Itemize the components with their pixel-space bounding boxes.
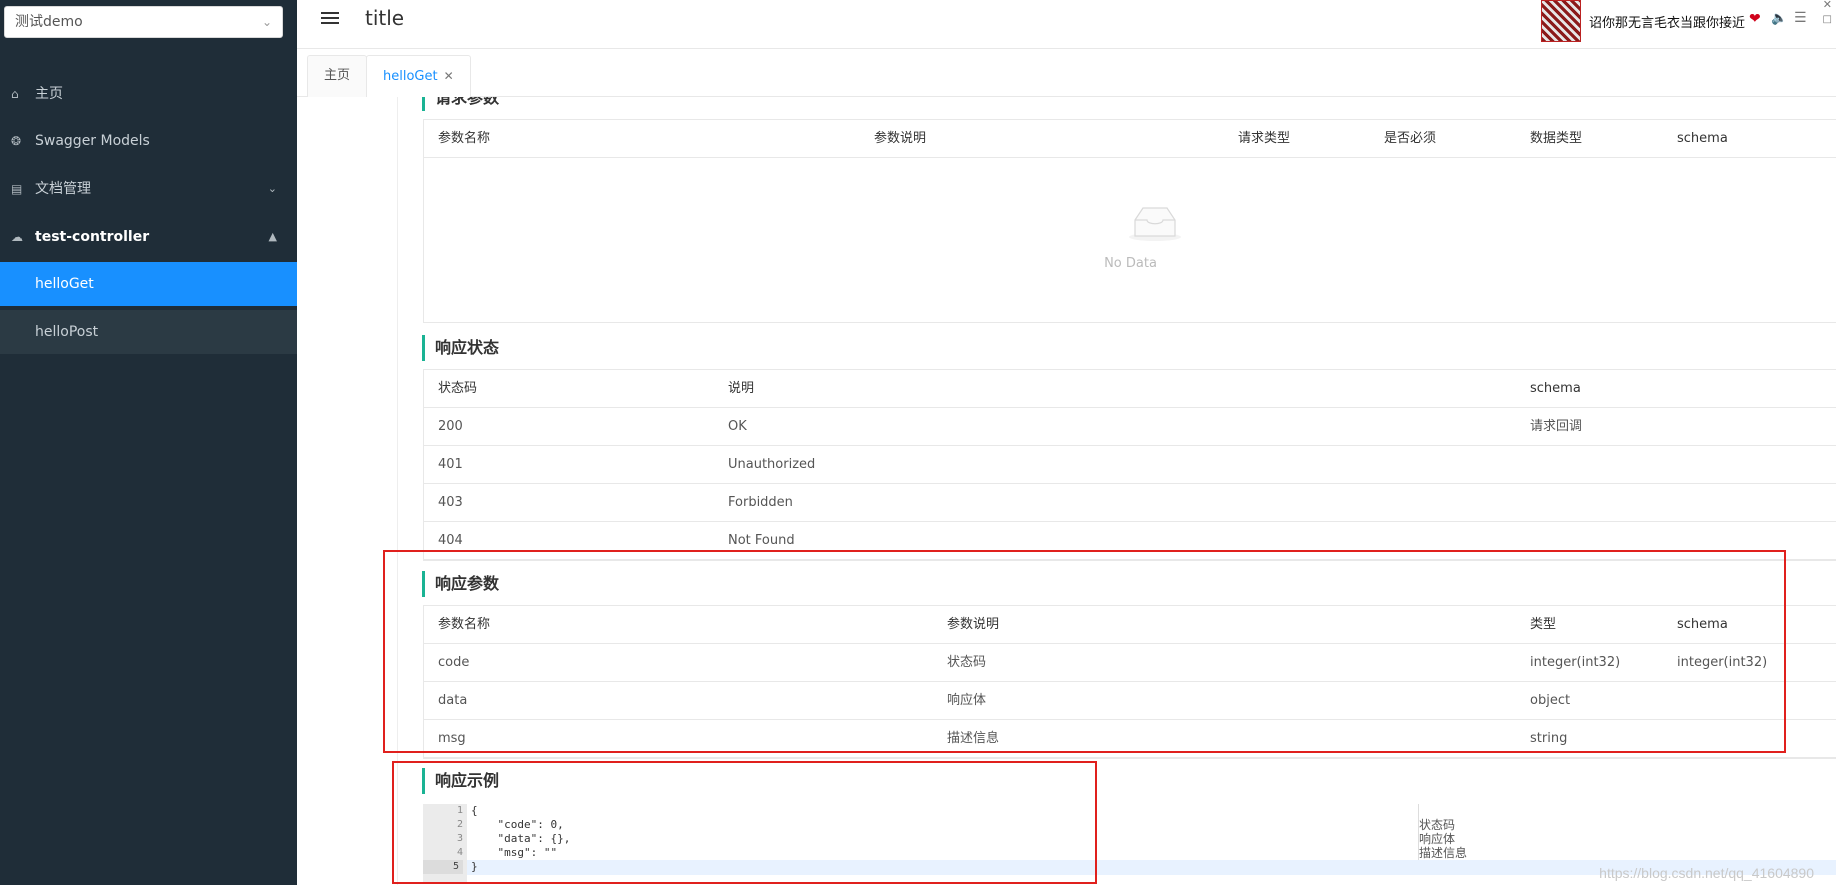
tab-bar: 主页 helloGet ✕ xyxy=(297,49,1836,97)
code-comment: 状态码 xyxy=(1419,818,1456,832)
chevron-up-icon: ▲ xyxy=(268,230,277,243)
project-select[interactable]: 测试demo ⌄ xyxy=(4,6,283,38)
request-params-table: 参数名称 参数说明 请求类型 是否必须 数据类型 schema No Data xyxy=(423,119,1836,323)
tab-helloget[interactable]: helloGet ✕ xyxy=(366,55,471,97)
status-description: Unauthorized xyxy=(728,457,816,472)
annotation-box xyxy=(383,550,1786,753)
chevron-down-icon: ⌄ xyxy=(267,182,277,195)
column-header: schema xyxy=(1530,381,1581,396)
cloud-icon: ☁ xyxy=(11,230,23,244)
column-header: 数据类型 xyxy=(1530,131,1583,146)
section-title-response-status: 响应状态 xyxy=(422,335,499,361)
sidebar-item-swagger-models[interactable]: ❂ Swagger Models xyxy=(0,119,297,163)
menu-fold-icon[interactable] xyxy=(321,9,339,27)
table-row: 401 Unauthorized xyxy=(424,446,1836,484)
sidebar-item-helloget[interactable]: helloGet xyxy=(0,262,297,306)
table-header-row: 参数名称 参数说明 请求类型 是否必须 数据类型 schema xyxy=(424,120,1836,158)
sidebar-item-document-management[interactable]: ▤ 文档管理 ⌄ xyxy=(0,167,297,211)
column-header: 状态码 xyxy=(438,381,478,396)
code-comment: 描述信息 xyxy=(1419,846,1468,860)
volume-icon[interactable]: 🔈 xyxy=(1771,11,1787,26)
section-title-request-params: 请求参数 xyxy=(422,97,499,111)
box-icon: ❂ xyxy=(11,134,22,148)
column-header: schema xyxy=(1677,131,1728,146)
response-status-table: 状态码 说明 schema 200 OK 请求回调 401 Unauthoriz… xyxy=(423,369,1836,561)
empty-state: No Data xyxy=(424,158,1836,322)
document-icon: ▤ xyxy=(11,182,23,196)
column-header: 说明 xyxy=(728,381,755,396)
status-code: 401 xyxy=(438,457,463,472)
empty-text: No Data xyxy=(1104,256,1157,271)
tab-label: 主页 xyxy=(324,68,351,83)
column-header: 是否必须 xyxy=(1384,131,1437,146)
tab-label: helloGet xyxy=(383,69,438,84)
music-player: 诏你那无言毛衣当跟你接近 ❤ 🔈 ☰ ✕ □ xyxy=(1539,0,1836,42)
sidebar-item-label: helloPost xyxy=(35,324,99,340)
album-cover xyxy=(1541,0,1581,42)
inbox-icon xyxy=(1129,207,1181,241)
column-header: 参数名称 xyxy=(438,131,491,146)
home-icon: ⌂ xyxy=(11,87,19,101)
status-code: 403 xyxy=(438,495,463,510)
sidebar-item-test-controller[interactable]: ☁ test-controller ▲ xyxy=(0,215,297,259)
page-title: title xyxy=(365,6,405,30)
sidebar-item-hellopost[interactable]: helloPost xyxy=(0,310,297,354)
close-icon[interactable]: ✕ xyxy=(444,69,454,83)
song-title: 诏你那无言毛衣当跟你接近 xyxy=(1589,16,1746,31)
sidebar-item-home[interactable]: ⌂ 主页 xyxy=(0,72,297,116)
app-root: 测试demo ⌄ ⌂ 主页 ❂ Swagger Models ▤ 文档管理 ⌄ … xyxy=(0,0,1836,885)
watermark: https://blog.csdn.net/qq_41604890 xyxy=(1599,865,1814,881)
close-icon[interactable]: ✕ xyxy=(1823,0,1832,11)
table-row: 200 OK 请求回调 xyxy=(424,408,1836,446)
status-description: Forbidden xyxy=(728,495,793,510)
status-code: 200 xyxy=(438,419,463,434)
playlist-icon[interactable]: ☰ xyxy=(1794,10,1807,26)
code-comment: 响应体 xyxy=(1419,832,1456,846)
chevron-down-icon: ⌄ xyxy=(261,15,272,29)
sidebar: 测试demo ⌄ ⌂ 主页 ❂ Swagger Models ▤ 文档管理 ⌄ … xyxy=(0,0,297,885)
sidebar-item-label: 文档管理 xyxy=(35,181,91,197)
status-description: OK xyxy=(728,419,747,434)
tab-home[interactable]: 主页 xyxy=(307,55,368,97)
sidebar-item-label: helloGet xyxy=(35,276,94,292)
status-schema: 请求回调 xyxy=(1530,419,1583,434)
minimize-icon[interactable]: □ xyxy=(1823,14,1832,25)
sidebar-item-label: test-controller xyxy=(35,229,150,245)
heart-icon[interactable]: ❤ xyxy=(1749,11,1761,27)
table-header-row: 状态码 说明 schema xyxy=(424,370,1836,408)
project-select-value: 测试demo xyxy=(15,14,83,30)
column-header: 请求类型 xyxy=(1238,131,1291,146)
table-row: 403 Forbidden xyxy=(424,484,1836,522)
sidebar-item-label: Swagger Models xyxy=(35,133,150,149)
sidebar-item-label: 主页 xyxy=(35,86,63,102)
annotation-box xyxy=(392,761,1097,884)
top-header: title 诏你那无言毛衣当跟你接近 ❤ 🔈 ☰ ✕ □ xyxy=(297,0,1836,49)
column-header: 参数说明 xyxy=(874,131,927,146)
